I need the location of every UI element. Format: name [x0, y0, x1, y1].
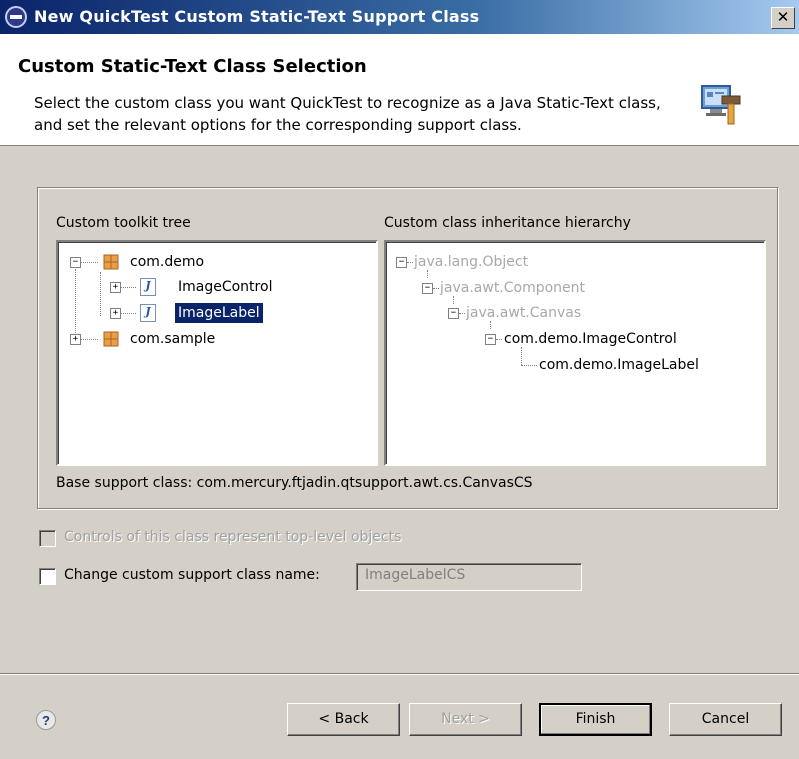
hierarchy-label: Custom class inheritance hierarchy: [384, 215, 631, 231]
wizard-header: Custom Static-Text Class Selection Selec…: [0, 34, 799, 146]
expand-toggle[interactable]: +: [110, 308, 121, 319]
back-button[interactable]: < Back: [287, 703, 400, 736]
tree-item-com-sample[interactable]: com.sample: [130, 329, 215, 349]
tree-item-imagelabel[interactable]: ImageLabel: [175, 303, 263, 323]
toolkit-tree[interactable]: − com.demo + J ImageControl + J ImageLab…: [56, 240, 378, 466]
base-support-class: Base support class: com.mercury.ftjadin.…: [56, 475, 533, 491]
finish-button[interactable]: Finish: [539, 703, 652, 736]
expand-toggle[interactable]: +: [70, 334, 81, 345]
change-name-checkbox[interactable]: [39, 568, 56, 585]
hierarchy-item-imagecontrol: com.demo.ImageControl: [504, 331, 677, 347]
footer-separator: [0, 673, 799, 675]
hierarchy-item-component: java.awt.Component: [440, 280, 586, 296]
next-button[interactable]: Next >: [409, 703, 522, 736]
hierarchy-tree[interactable]: − java.lang.Object − java.awt.Component …: [384, 240, 766, 466]
collapse-toggle: −: [422, 283, 433, 294]
title-bar[interactable]: New QuickTest Custom Static-Text Support…: [0, 0, 799, 34]
class-name-field[interactable]: ImageLabelCS: [356, 563, 582, 591]
java-class-icon: J: [140, 304, 156, 322]
tree-item-com-demo[interactable]: com.demo: [130, 252, 204, 272]
expand-toggle[interactable]: +: [110, 282, 121, 293]
collapse-toggle: −: [396, 257, 407, 268]
package-icon: [103, 254, 119, 270]
app-icon: [5, 6, 27, 28]
top-level-label: Controls of this class represent top-lev…: [64, 529, 402, 545]
hierarchy-item-object: java.lang.Object: [414, 254, 529, 270]
window-title: New QuickTest Custom Static-Text Support…: [34, 7, 480, 26]
cancel-button[interactable]: Cancel: [669, 703, 782, 736]
collapse-toggle: −: [448, 308, 459, 319]
page-description: Select the custom class you want QuickTe…: [34, 94, 661, 134]
wizard-banner-icon: [701, 85, 741, 125]
collapse-toggle: −: [485, 334, 496, 345]
package-icon: [103, 331, 119, 347]
tree-item-imagecontrol[interactable]: ImageControl: [178, 277, 272, 297]
hierarchy-item-imagelabel: com.demo.ImageLabel: [539, 357, 699, 373]
change-name-label: Change custom support class name:: [64, 567, 320, 583]
help-icon[interactable]: ?: [36, 710, 56, 730]
top-level-checkbox[interactable]: [39, 530, 56, 547]
close-button[interactable]: ✕: [771, 7, 795, 29]
java-class-icon: J: [140, 278, 156, 296]
collapse-toggle[interactable]: −: [70, 257, 81, 268]
hierarchy-item-canvas: java.awt.Canvas: [466, 305, 582, 321]
page-title: Custom Static-Text Class Selection: [18, 56, 367, 77]
toolkit-tree-label: Custom toolkit tree: [56, 215, 191, 231]
